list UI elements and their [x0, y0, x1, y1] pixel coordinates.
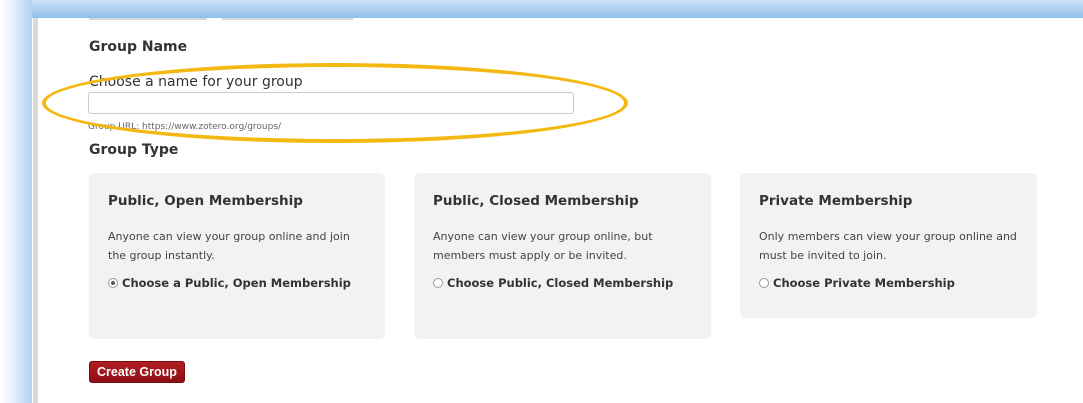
group-type-card-private: Private Membership Only members can view…	[740, 173, 1037, 318]
group-name-heading: Group Name	[89, 39, 188, 55]
group-name-input[interactable]	[88, 92, 574, 114]
card-description: Anyone can view your group online and jo…	[108, 230, 350, 262]
card-title: Public, Open Membership	[108, 193, 303, 209]
radio-option-public-closed[interactable]: Choose Public, Closed Membership	[433, 274, 693, 293]
radio-unselected-icon[interactable]	[433, 278, 443, 288]
card-description: Anyone can view your group online, but m…	[433, 230, 653, 262]
create-group-form: Group Name Choose a name for your group …	[0, 0, 1083, 403]
card-description: Only members can view your group online …	[759, 230, 1017, 262]
card-title: Public, Closed Membership	[433, 193, 639, 209]
group-type-card-public-closed: Public, Closed Membership Anyone can vie…	[414, 173, 711, 339]
radio-option-label: Choose Private Membership	[773, 276, 955, 290]
radio-option-label: Choose Public, Closed Membership	[447, 276, 674, 290]
group-url-hint: Group URL: https://www.zotero.org/groups…	[88, 122, 282, 132]
radio-unselected-icon[interactable]	[759, 278, 769, 288]
group-type-heading: Group Type	[89, 142, 179, 158]
create-group-button[interactable]: Create Group	[89, 361, 185, 383]
group-name-label: Choose a name for your group	[89, 74, 303, 90]
radio-option-public-open[interactable]: Choose a Public, Open Membership	[108, 274, 367, 293]
radio-option-label: Choose a Public, Open Membership	[122, 276, 351, 290]
radio-selected-icon[interactable]	[108, 278, 118, 288]
radio-option-private[interactable]: Choose Private Membership	[759, 274, 1019, 293]
group-type-card-public-open: Public, Open Membership Anyone can view …	[89, 173, 385, 339]
card-title: Private Membership	[759, 193, 913, 209]
